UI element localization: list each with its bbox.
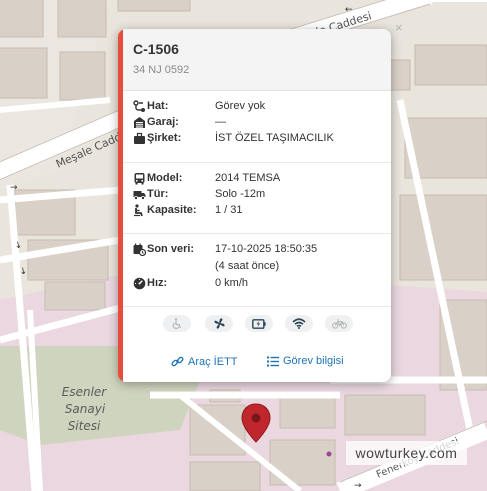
svg-text:→: → <box>10 183 18 193</box>
feature-chip-wheelchair[interactable] <box>163 315 191 332</box>
vehicle-iett-link-label: Araç İETT <box>188 355 238 368</box>
briefcase-icon <box>134 132 145 144</box>
area-label-line-3: Sitesi <box>68 419 101 433</box>
feature-chips <box>123 313 391 337</box>
truck-icon <box>133 191 146 200</box>
vehicle-plate: 34 NJ 0592 <box>133 64 190 76</box>
wheelchair-icon <box>172 317 182 329</box>
value-type: Solo -12m <box>215 188 266 200</box>
feature-chip-wifi[interactable] <box>285 315 313 332</box>
feature-chip-bicycle[interactable] <box>325 315 353 332</box>
bus-icon <box>134 173 145 185</box>
row-last-data: Son veri: 17-10-2025 18:50:35 (4 saat ön… <box>123 242 391 274</box>
row-route: Hat: Görev yok <box>123 99 391 115</box>
speedometer-icon <box>133 277 146 290</box>
row-speed: Hız: 0 km/h <box>123 276 391 292</box>
wifi-icon <box>292 318 306 329</box>
label-garage: Garaj: <box>147 116 179 128</box>
list-icon <box>267 356 279 366</box>
svg-text:←: ← <box>345 5 353 15</box>
vehicle-title: C-1506 <box>133 41 179 57</box>
value-route: Görev yok <box>215 100 266 112</box>
label-route: Hat: <box>147 100 169 112</box>
usb-charger-icon <box>252 318 266 329</box>
label-company: Şirket: <box>147 132 182 144</box>
value-model: 2014 TEMSA <box>215 172 281 184</box>
row-garage: Garaj: — <box>123 115 391 131</box>
value-company: İST ÖZEL TAŞIMACILIK <box>215 132 334 144</box>
popup-links: Araç İETT Görev bilgisi <box>123 353 391 373</box>
label-speed: Hız: <box>147 277 168 289</box>
svg-text:→: → <box>354 481 362 491</box>
label-model: Model: <box>147 172 183 184</box>
value-last-data-relative: (4 saat önce) <box>215 260 280 272</box>
row-model: Model: 2014 TEMSA <box>123 171 391 187</box>
feature-chip-air-conditioning[interactable] <box>205 315 233 332</box>
row-company: Şirket: İST ÖZEL TAŞIMACILIK <box>123 131 391 147</box>
route-icon <box>133 100 145 112</box>
vehicle-iett-link[interactable]: Araç İETT <box>171 355 238 368</box>
label-last-data: Son veri: <box>147 243 195 255</box>
label-capacity: Kapasite: <box>147 204 197 216</box>
duty-info-link-label: Görev bilgisi <box>283 355 344 367</box>
bicycle-icon <box>331 318 347 329</box>
value-garage: — <box>215 116 226 128</box>
label-type: Tür: <box>147 188 169 200</box>
area-label-line-2: Sanayi <box>65 402 106 416</box>
row-type: Tür: Solo -12m <box>123 187 391 203</box>
value-capacity: 1 / 31 <box>215 204 243 216</box>
value-last-data: 17-10-2025 18:50:35 <box>215 243 318 255</box>
vehicle-popup: C-1506 34 NJ 0592 Hat: Görev yok Garaj: … <box>118 29 391 382</box>
popup-section-assignment: Hat: Görev yok Garaj: — Şirket: İST ÖZEL… <box>123 90 391 163</box>
popup-section-telemetry: Son veri: 17-10-2025 18:50:35 (4 saat ön… <box>123 233 391 307</box>
calendar-clock-icon <box>133 243 146 256</box>
air-conditioning-icon <box>213 318 225 329</box>
watermark: wowturkey.com <box>346 441 467 465</box>
link-icon <box>171 356 184 367</box>
value-speed: 0 km/h <box>215 277 249 289</box>
garage-icon <box>134 117 145 128</box>
popup-close-icon[interactable]: × <box>395 20 403 35</box>
row-capacity: Kapasite: 1 / 31 <box>123 203 391 219</box>
feature-chip-usb-charger[interactable] <box>245 315 273 332</box>
popup-section-vehicle: Model: 2014 TEMSA Tür: Solo -12m Kapasit… <box>123 162 391 234</box>
duty-info-link[interactable]: Görev bilgisi <box>267 355 344 367</box>
popup-header: C-1506 34 NJ 0592 <box>123 29 391 91</box>
passenger-icon <box>134 204 143 217</box>
area-label-line-1: Esenler <box>62 385 108 399</box>
